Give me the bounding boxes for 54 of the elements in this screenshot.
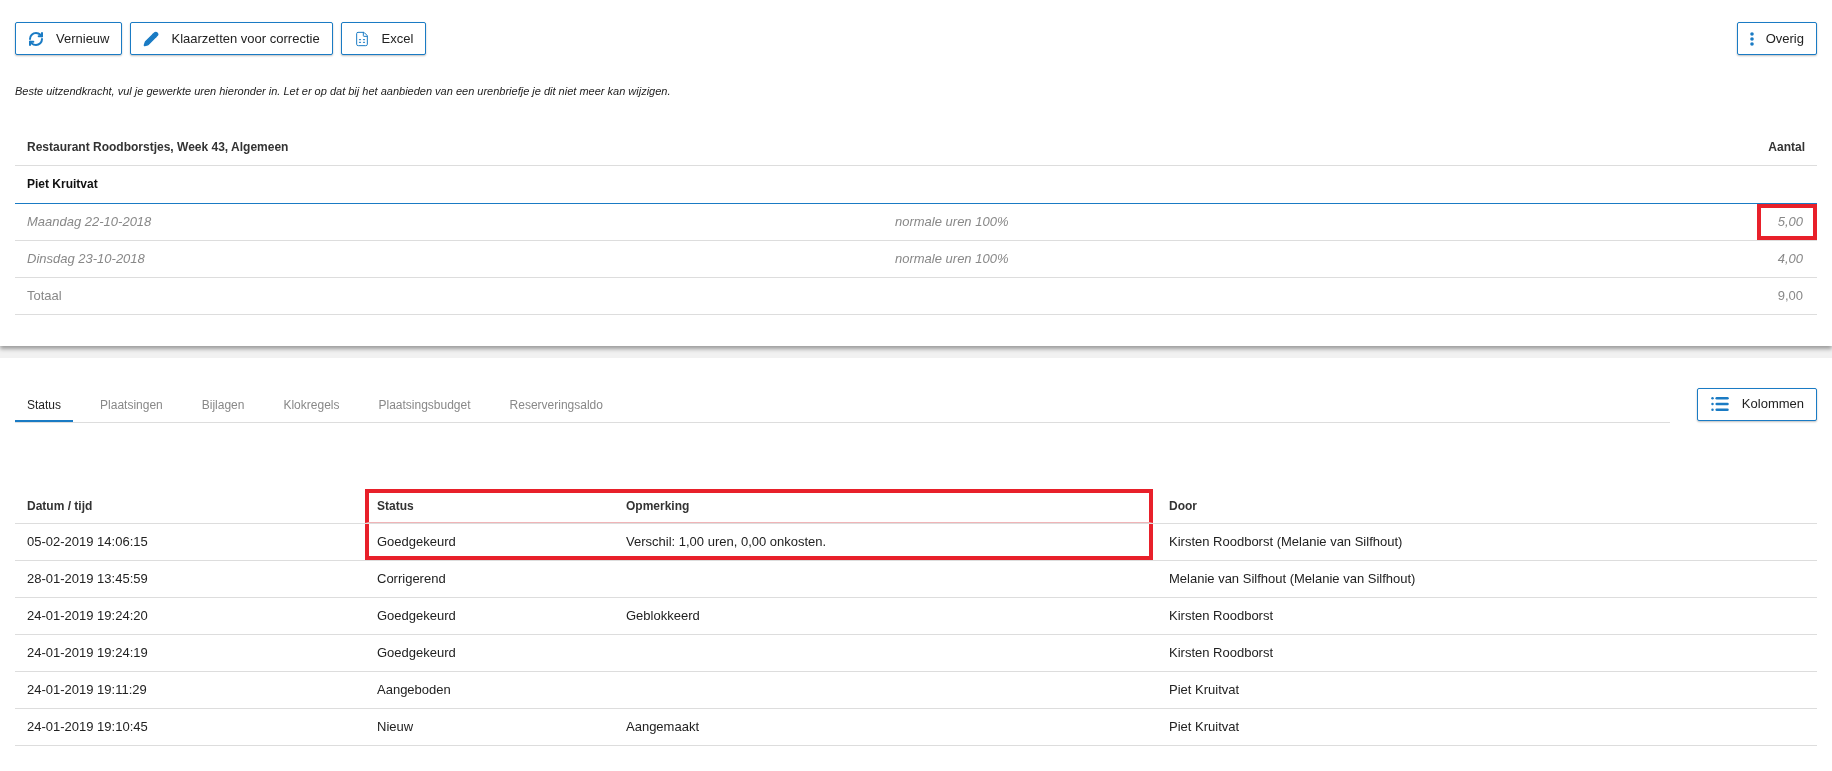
more-button[interactable]: Overig <box>1736 22 1817 55</box>
table-cell-text: Goedgekeurd <box>377 643 456 662</box>
table-cell-text: Aangemaakt <box>626 717 699 736</box>
table-cell-text: Piet Kruitvat <box>1169 717 1240 736</box>
tab[interactable]: Klokregels <box>271 389 352 422</box>
column-header: Datum / tijd <box>27 497 93 515</box>
table-cell-text: 24-01-2019 19:10:45 <box>27 717 148 736</box>
tab[interactable]: Plaatsingsbudget <box>366 389 483 422</box>
table-cell-text: 4,00 <box>1777 249 1803 268</box>
table-cell-text: Goedgekeurd <box>377 532 456 551</box>
table-cell-text: 24-01-2019 19:24:19 <box>27 643 148 662</box>
notice-text: Beste uitzendkracht, vul je gewerkte uren hieronder in. Let er op dat bij het aanbieden van een urenbriefje je dit niet meer kan wijzigen. <box>15 84 672 99</box>
column-header: Opmerking <box>626 497 690 515</box>
table-cell-text: 24-01-2019 19:24:20 <box>27 606 148 625</box>
tab[interactable]: Plaatsingen <box>88 389 175 422</box>
table-cell-text: 05-02-2019 14:06:15 <box>27 532 148 551</box>
columns-button[interactable]: Kolommen <box>1696 387 1817 421</box>
highlight-frame <box>1757 203 1817 240</box>
table-cell-text: Corrigerend <box>377 569 446 588</box>
table-cell-text: Nieuw <box>377 717 414 736</box>
toolbar-button[interactable]: Excel <box>340 22 427 55</box>
pencil-icon <box>143 30 160 47</box>
table-cell-text: 5,00 <box>1777 212 1803 231</box>
toolbar-button[interactable]: Klaarzetten voor correctie <box>130 22 333 55</box>
table-cell: normale uren 100% <box>895 213 1009 229</box>
list-icon <box>1709 394 1730 414</box>
table-cell-text: Dinsdag 23-10-2018 <box>27 249 146 268</box>
more-icon <box>1749 31 1754 46</box>
table-cell-text: Goedgekeurd <box>377 606 456 625</box>
table-title: Restaurant Roodborstjes, Week 43, Algemeen <box>27 139 290 156</box>
table-cell-text: Aangeboden <box>377 680 451 699</box>
table-cell-text: Maandag 22-10-2018 <box>27 212 153 231</box>
column-header: Door <box>1169 497 1197 515</box>
table-cell-text: 9,00 <box>1777 286 1803 305</box>
column-header: Status <box>377 497 414 515</box>
table-cell-text: Verschil: 1,00 uren, 0,00 onkosten. <box>626 532 827 551</box>
column-header: Aantal <box>1768 139 1805 156</box>
spreadsheet-icon <box>353 30 370 47</box>
table-cell-text: Kirsten Roodborst <box>1169 606 1274 625</box>
table-cell: normale uren 100% <box>895 250 1009 266</box>
tab[interactable]: Status <box>15 389 74 422</box>
table-cell-text: Kirsten Roodborst (Melanie van Silfhout) <box>1169 532 1403 551</box>
table-cell-text: Melanie van Silfhout (Melanie van Silfhout) <box>1169 569 1416 588</box>
table-cell-text: Totaal <box>27 286 63 305</box>
table-cell-text: Piet Kruitvat <box>1169 680 1240 699</box>
refresh-icon <box>28 30 44 47</box>
tab[interactable]: Bijlagen <box>189 389 257 422</box>
tab[interactable]: Reserveringsaldo <box>497 389 615 422</box>
table-cell-text: 28-01-2019 13:45:59 <box>27 569 148 588</box>
person-name: Piet Kruitvat <box>27 176 98 193</box>
table-cell-text: Kirsten Roodborst <box>1169 643 1274 662</box>
table-cell-text: 24-01-2019 19:11:29 <box>27 680 147 699</box>
table-cell-text: Geblokkeerd <box>626 606 700 625</box>
toolbar-button[interactable]: Vernieuw <box>15 22 123 55</box>
